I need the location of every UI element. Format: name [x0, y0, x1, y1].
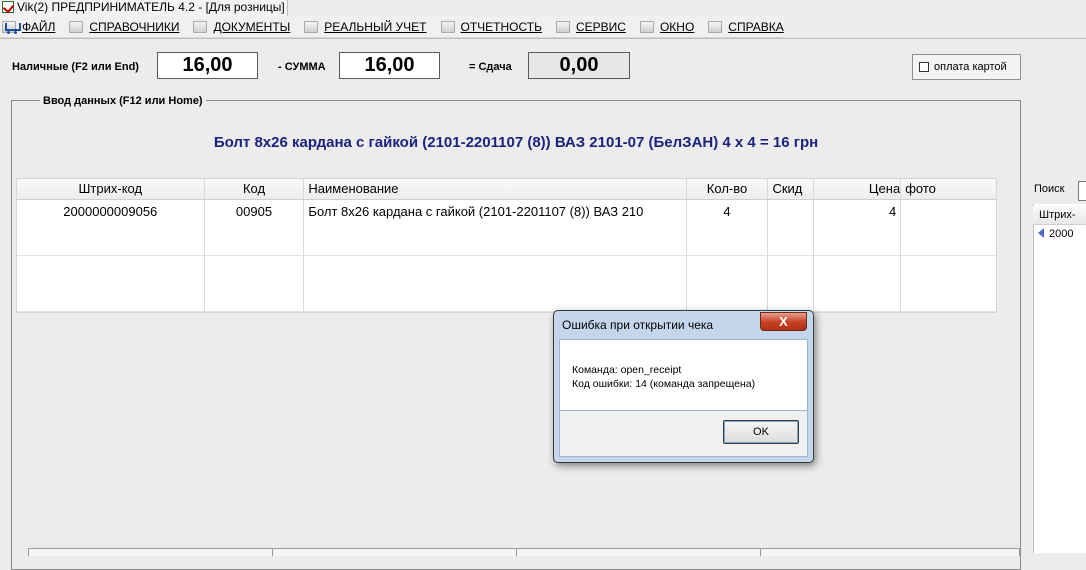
report-icon	[440, 20, 455, 33]
side-grid-header[interactable]: Штрих-	[1033, 206, 1086, 225]
header-discount[interactable]: Скид	[768, 179, 815, 199]
menu-documents[interactable]: ДОКУМЕНТЫ	[193, 20, 290, 34]
book-icon	[69, 20, 84, 33]
empty-cell[interactable]	[814, 256, 902, 311]
bottom-tab[interactable]	[28, 548, 273, 556]
bottom-tab[interactable]	[272, 548, 517, 556]
input-groupbox	[11, 100, 1021, 570]
cell-quantity[interactable]: 4	[687, 200, 769, 255]
sum-label: - СУММА	[278, 61, 326, 73]
cash-input[interactable]: 16,00	[157, 52, 258, 79]
cell-price[interactable]: 4	[814, 200, 902, 255]
change-value: 0,00	[528, 52, 630, 79]
ledger-icon	[304, 20, 319, 33]
card-payment-checkbox[interactable]: оплата картой	[912, 54, 1021, 80]
menu-real-accounting[interactable]: РЕАЛЬНЫЙ УЧЕТ	[304, 20, 427, 34]
help-icon	[708, 20, 723, 33]
menu-help[interactable]: СПРАВКА	[708, 20, 784, 34]
dialog-title: Ошибка при открытии чека	[562, 318, 714, 332]
header-barcode[interactable]: Штрих-код	[17, 179, 205, 199]
empty-cell[interactable]	[304, 256, 687, 311]
menu-window[interactable]: ОКНО	[639, 20, 694, 34]
service-icon	[555, 20, 570, 33]
card-payment-label: оплата картой	[934, 61, 1007, 73]
side-search-label: Поиск	[1034, 183, 1065, 195]
document-icon	[193, 20, 208, 33]
header-code[interactable]: Код	[205, 179, 305, 199]
side-search-input[interactable]	[1078, 181, 1086, 201]
dialog-error-code-line: Код ошибки: 14 (команда запрещена)	[572, 378, 756, 390]
side-grid	[1033, 204, 1086, 553]
window-icon	[639, 20, 654, 33]
header-price[interactable]: Цена	[814, 179, 902, 199]
table-header: Штрих-код Код Наименование Кол-во Скид Ц…	[17, 179, 996, 200]
window-title: Vik(2) ПРЕДПРИНИМАТЕЛЬ 4.2 - [Для розниц…	[17, 0, 285, 14]
menu-directories[interactable]: СПРАВОЧНИКИ	[69, 20, 179, 34]
input-groupbox-title: Ввод данных (F12 или Home)	[40, 94, 206, 108]
side-grid-row-value: 2000	[1049, 228, 1074, 240]
sum-value: 16,00	[339, 52, 440, 79]
empty-cell[interactable]	[901, 256, 996, 311]
empty-cell[interactable]	[205, 256, 305, 311]
menu-divider	[0, 38, 1086, 39]
window-titlebar: Vik(2) ПРЕДПРИНИМАТЕЛЬ 4.2 - [Для розниц…	[0, 0, 288, 16]
header-quantity[interactable]: Кол-во	[687, 179, 769, 199]
cell-code[interactable]: 00905	[205, 200, 305, 255]
header-name[interactable]: Наименование	[304, 179, 687, 199]
receipt-table: Штрих-код Код Наименование Кол-во Скид Ц…	[16, 178, 997, 313]
checkbox-icon	[919, 62, 929, 72]
menu-bar: ФАЙЛ СПРАВОЧНИКИ ДОКУМЕНТЫ РЕАЛЬНЫЙ УЧЕТ…	[0, 16, 785, 38]
dialog-message-area: Команда: open_receipt Код ошибки: 14 (ко…	[559, 339, 808, 411]
cell-photo[interactable]	[901, 200, 996, 255]
menu-reports[interactable]: ОТЧЕТНОСТЬ	[440, 20, 542, 34]
error-dialog: Ошибка при открытии чека X Команда: open…	[553, 310, 814, 463]
cell-name[interactable]: Болт 8х26 кардана с гайкой (2101-2201107…	[304, 200, 687, 255]
dialog-command-line: Команда: open_receipt	[572, 364, 682, 376]
empty-cell[interactable]	[17, 256, 205, 311]
bottom-tab[interactable]	[760, 548, 1020, 556]
table-row-empty[interactable]	[17, 256, 996, 312]
cell-barcode[interactable]: 2000000009056	[17, 200, 205, 255]
menu-service[interactable]: СЕРВИС	[555, 20, 626, 34]
product-title: Болт 8х26 кардана с гайкой (2101-2201107…	[213, 134, 819, 151]
app-checkmark-icon	[2, 1, 14, 13]
ok-button[interactable]: OK	[723, 420, 799, 444]
header-photo[interactable]: фото	[901, 179, 996, 199]
cash-label: Наличные (F2 или End)	[12, 61, 139, 73]
close-button[interactable]: X	[760, 312, 807, 331]
empty-cell[interactable]	[768, 256, 815, 311]
bottom-tab[interactable]	[516, 548, 761, 556]
empty-cell[interactable]	[687, 256, 769, 311]
row-pointer-icon	[1038, 228, 1044, 238]
change-label: = Сдача	[469, 61, 512, 73]
cell-discount[interactable]	[768, 200, 815, 255]
side-grid-row[interactable]: 2000	[1033, 226, 1086, 243]
table-row[interactable]: 2000000009056 00905 Болт 8х26 кардана с …	[17, 200, 996, 256]
